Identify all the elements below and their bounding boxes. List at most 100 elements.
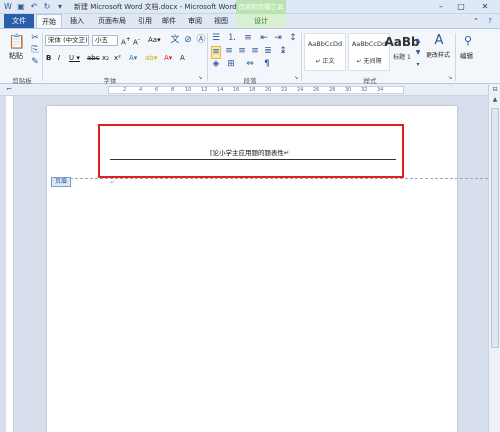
font-name-select[interactable]: 宋体 (中文正) <box>45 35 89 46</box>
font-dialog-launcher-icon[interactable]: ↘ <box>198 73 202 83</box>
align-left-icon[interactable]: ≡ <box>211 46 221 59</box>
ruler-tick: 10 <box>185 87 192 93</box>
italic-icon[interactable]: I <box>58 53 60 63</box>
font-size-select[interactable]: 小五 <box>92 35 118 46</box>
tab-home[interactable]: 开始 <box>36 14 62 28</box>
group-divider <box>301 33 302 81</box>
ruler-tick: 20 <box>265 87 272 93</box>
format-painter-icon[interactable]: ✎ <box>30 57 40 68</box>
multilevel-list-icon[interactable]: ≡ <box>243 33 253 44</box>
borders-icon[interactable]: ⊞ <box>226 59 236 70</box>
style-sample: AaBbCcDd <box>307 40 343 48</box>
bold-icon[interactable]: B <box>46 53 51 63</box>
tab-file[interactable]: 文件 <box>4 14 34 28</box>
minimize-icon[interactable]: – <box>432 1 450 13</box>
ruler-tick: 18 <box>249 87 256 93</box>
paste-icon[interactable]: 📋 <box>8 33 25 51</box>
ruler-tick: 4 <box>139 87 143 93</box>
horizontal-ruler: ⌐ 2 4 6 8 10 12 14 16 18 20 22 24 26 28 … <box>0 84 500 96</box>
bullets-icon[interactable]: ☰ <box>211 33 221 44</box>
close-icon[interactable]: ✕ <box>474 1 496 13</box>
tab-insert[interactable]: 插入 <box>66 14 88 28</box>
vertical-ruler[interactable] <box>6 96 14 432</box>
tab-page-layout[interactable]: 页面布局 <box>92 14 132 28</box>
increase-indent-icon[interactable]: ⇥ <box>273 33 283 44</box>
find-icon[interactable]: ⚲ <box>461 33 475 49</box>
redo-icon[interactable]: ↻ <box>42 2 52 12</box>
ruler-toggle-icon[interactable]: ⊟ <box>491 86 499 94</box>
ruler-tick: 28 <box>329 87 336 93</box>
ruler-tick: 12 <box>201 87 208 93</box>
character-border-icon[interactable]: A <box>180 53 185 63</box>
superscript-icon[interactable]: x² <box>114 53 121 63</box>
show-hide-marks-icon[interactable]: ¶ <box>262 59 272 70</box>
group-divider <box>207 33 208 81</box>
subscript-icon[interactable]: x₂ <box>102 53 109 63</box>
tab-references[interactable]: 引用 <box>134 14 156 28</box>
phonetic-guide-icon[interactable]: 文 <box>170 35 180 46</box>
ruler-tick: 26 <box>313 87 320 93</box>
header-boundary-line <box>70 178 488 179</box>
contextual-tab-group-title: 页眉和页脚工具 <box>236 0 286 14</box>
enclose-characters-icon[interactable]: Ⓐ <box>196 35 206 46</box>
ruler-tick: 16 <box>233 87 240 93</box>
copy-icon[interactable]: ⎘ <box>30 45 40 56</box>
word-logo-icon: W <box>4 2 12 11</box>
shading-icon[interactable]: ◈ <box>211 59 221 70</box>
vertical-scrollbar[interactable]: ⊟ ▲ <box>488 84 500 432</box>
ruler-tick: 32 <box>361 87 368 93</box>
styles-scroll-down-icon[interactable]: ▼ <box>414 47 422 58</box>
styles-scroll-up-icon[interactable]: ▲ <box>414 35 422 46</box>
customize-quick-access-icon[interactable]: ▾ <box>55 2 65 12</box>
tab-mailings[interactable]: 邮件 <box>158 14 180 28</box>
ribbon: 📋 粘贴 ✂ ⎘ ✎ 剪贴板 宋体 (中文正) 小五 A+ A- Aa▾ B I… <box>0 28 500 85</box>
ruler-text-area[interactable]: 2 4 6 8 10 12 14 16 18 20 22 24 26 28 30… <box>108 86 404 94</box>
header-text[interactable]: [论小学主应用题的题表性↵ <box>210 149 300 158</box>
tab-view[interactable]: 视图 <box>210 14 232 28</box>
styles-dialog-launcher-icon[interactable]: ↘ <box>448 73 452 83</box>
editing-button[interactable]: 编辑 <box>460 51 473 61</box>
style-name: ↵ 正文 <box>315 58 335 65</box>
numbering-icon[interactable]: ⒈ <box>227 33 237 44</box>
change-styles-icon[interactable]: A <box>432 33 446 49</box>
cut-icon[interactable]: ✂ <box>30 33 40 44</box>
line-spacing-icon[interactable]: ↨ <box>278 46 288 57</box>
save-icon[interactable]: ▣ <box>16 2 26 12</box>
font-color-icon[interactable]: A▾ <box>164 53 172 63</box>
change-styles-button[interactable]: 更改样式 <box>426 51 450 61</box>
change-case-icon[interactable]: Aa▾ <box>148 35 161 45</box>
text-effects-icon[interactable]: A▾ <box>129 53 137 63</box>
minimize-ribbon-icon[interactable]: ⌃ <box>470 14 482 28</box>
title-bar: W ▣ ↶ ↻ ▾ 新建 Microsoft Word 文档.docx - Mi… <box>0 0 500 14</box>
shrink-font-icon[interactable]: A- <box>133 35 140 47</box>
maximize-icon[interactable]: □ <box>452 1 470 13</box>
scroll-up-icon[interactable]: ▲ <box>491 96 499 104</box>
group-divider <box>42 33 43 81</box>
help-icon[interactable]: ? <box>484 14 496 28</box>
chinese-layout-icon[interactable]: ⇔ <box>245 59 255 70</box>
header-tag: 页眉 <box>51 177 71 187</box>
underline-icon[interactable]: U ▾ <box>69 53 80 63</box>
ruler-tick: 22 <box>281 87 288 93</box>
highlight-icon[interactable]: ab▾ <box>145 53 157 63</box>
styles-more-icon[interactable]: ▾ <box>414 59 422 70</box>
ruler-tick: 34 <box>377 87 384 93</box>
paste-button[interactable]: 粘贴 <box>9 51 23 61</box>
distribute-icon[interactable]: ≣ <box>263 46 273 57</box>
sort-icon[interactable]: ↕ <box>288 33 298 44</box>
justify-icon[interactable]: ≡ <box>250 46 260 57</box>
align-right-icon[interactable]: ≡ <box>237 46 247 57</box>
tab-design[interactable]: 设计 <box>236 14 286 28</box>
align-center-icon[interactable]: ≡ <box>224 46 234 57</box>
tab-selector-icon[interactable]: ⌐ <box>4 84 14 95</box>
paragraph-dialog-launcher-icon[interactable]: ↘ <box>294 73 298 83</box>
clear-formatting-icon[interactable]: ⊘ <box>183 35 193 46</box>
strikethrough-icon[interactable]: abc <box>87 53 100 63</box>
tab-review[interactable]: 审阅 <box>184 14 206 28</box>
ruler-tick: 8 <box>171 87 175 93</box>
style-normal[interactable]: AaBbCcDd ↵ 正文 <box>304 33 346 71</box>
scroll-thumb[interactable] <box>491 108 499 348</box>
decrease-indent-icon[interactable]: ⇤ <box>259 33 269 44</box>
grow-font-icon[interactable]: A+ <box>121 35 131 47</box>
undo-icon[interactable]: ↶ <box>29 2 39 12</box>
